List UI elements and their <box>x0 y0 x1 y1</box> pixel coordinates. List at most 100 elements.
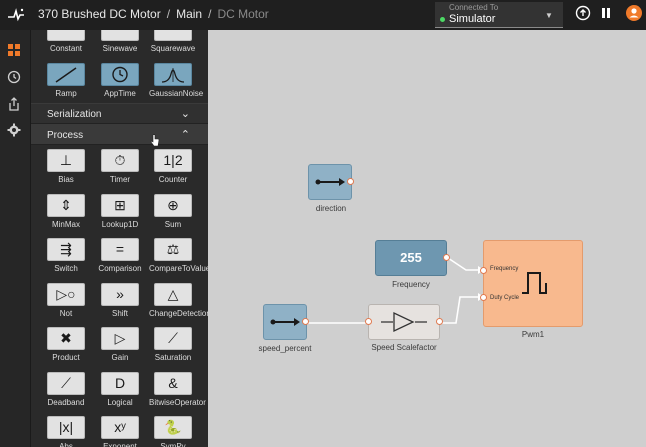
input-port-frequency[interactable] <box>480 267 487 274</box>
block-shift[interactable]: » Shift <box>96 282 144 318</box>
squarewave-icon <box>154 30 192 41</box>
node-direction[interactable] <box>308 164 354 200</box>
gaussian-icon <box>154 63 192 86</box>
breadcrumb-project[interactable]: 370 Brushed DC Motor <box>38 7 161 21</box>
node-frequency-label: Frequency <box>392 280 430 289</box>
pulse-wave-icon <box>522 272 547 294</box>
node-speed-percent[interactable] <box>263 304 309 340</box>
block-deadband[interactable]: ⟋ Deadband <box>42 371 90 407</box>
block-lookup1d[interactable]: ⊞ Lookup1D <box>96 193 144 229</box>
block-gaussiannoise[interactable]: GaussianNoise <box>149 63 203 98</box>
sinewave-icon <box>101 30 139 41</box>
node-speed-scalefactor[interactable] <box>365 304 443 340</box>
connection-select[interactable]: Connected To Simulator ▼ <box>435 2 563 28</box>
block-counter[interactable]: 1|2 Counter <box>149 149 197 184</box>
block-label: AppTime <box>104 89 136 98</box>
logical-icon: D <box>101 371 139 395</box>
block-label: Logical <box>107 397 133 407</box>
blocks-icon[interactable] <box>6 42 22 58</box>
block-label: Comparison <box>98 264 142 273</box>
saturation-icon: ⟋ <box>154 327 192 350</box>
block-saturation[interactable]: ⟋ Saturation <box>149 327 197 362</box>
connection-label: Connected To <box>449 3 499 12</box>
block-sum[interactable]: ⊕ Sum <box>149 193 197 229</box>
output-port[interactable] <box>436 318 443 325</box>
breadcrumb-current: DC Motor <box>217 7 269 21</box>
gain-triangle-icon <box>381 311 427 333</box>
block-exponent[interactable]: xʸ Exponent <box>96 416 144 447</box>
not-icon: ▷○ <box>47 282 85 306</box>
block-gain[interactable]: ▷ Gain <box>96 327 144 362</box>
share-icon[interactable] <box>6 96 22 112</box>
block-sinewave[interactable]: Sinewave <box>96 30 144 53</box>
block-label: Counter <box>158 175 188 184</box>
block-changedetection[interactable]: △ ChangeDetection <box>149 282 208 318</box>
sympy-icon: 🐍 <box>154 416 192 439</box>
block-label: Timer <box>109 175 131 184</box>
block-label: Saturation <box>154 353 192 362</box>
block-bitwiseoperator[interactable]: & BitwiseOperator <box>149 371 206 407</box>
block-label: SymPy <box>160 442 186 447</box>
deadband-icon: ⟋ <box>47 371 85 395</box>
node-frequency[interactable]: 255 <box>375 240 450 276</box>
block-label: Product <box>52 353 80 362</box>
minmax-icon: ⇕ <box>47 193 85 217</box>
block-sympy[interactable]: 🐍 SymPy <box>149 416 197 447</box>
block-not[interactable]: ▷○ Not <box>42 282 90 318</box>
block-logical[interactable]: D Logical <box>96 371 144 407</box>
block-constant[interactable]: Constant <box>42 30 90 53</box>
section-serialization[interactable]: Serialization ⌄ <box>31 103 208 124</box>
chevron-down-icon: ▼ <box>545 11 553 20</box>
block-label: MinMax <box>51 219 80 229</box>
output-port[interactable] <box>347 178 354 185</box>
frequency-value: 255 <box>400 250 422 265</box>
abs-icon: |x| <box>47 416 85 439</box>
block-timer[interactable]: ⏱ Timer <box>96 149 144 184</box>
block-switch[interactable]: ⇶ Switch <box>42 238 90 273</box>
node-pwm1-label: Pwm1 <box>521 330 545 339</box>
block-abs[interactable]: |x| Abs <box>42 416 90 447</box>
block-comparison[interactable]: = Comparison <box>96 238 144 273</box>
breadcrumb: 370 Brushed DC Motor / Main / DC Motor <box>38 7 269 21</box>
block-minmax[interactable]: ⇕ MinMax <box>42 193 90 229</box>
block-bias[interactable]: ⊥ Bias <box>42 149 90 184</box>
upload-target-icon[interactable] <box>574 4 592 22</box>
section-title: Process <box>47 130 84 141</box>
breadcrumb-main[interactable]: Main <box>176 7 202 21</box>
output-port[interactable] <box>302 318 309 325</box>
block-squarewave[interactable]: Squarewave <box>149 30 197 53</box>
input-port-duty-cycle[interactable] <box>480 294 487 301</box>
node-pwm1[interactable]: Frequency Duty Cycle <box>480 240 583 327</box>
output-port[interactable] <box>443 254 450 261</box>
connection-value: Simulator <box>449 13 496 25</box>
changedetection-icon: △ <box>154 282 192 306</box>
ramp-icon <box>47 63 85 86</box>
pwm-input-frequency-label: Frequency <box>490 266 519 272</box>
block-comparetovalue[interactable]: ⚖ CompareToValue <box>149 238 208 273</box>
pause-icon[interactable] <box>597 4 615 22</box>
product-icon: ✖ <box>47 327 85 350</box>
timer-icon: ⏱ <box>101 149 139 172</box>
block-label: Bias <box>58 175 74 184</box>
block-label: Deadband <box>47 397 85 407</box>
settings-gear-icon[interactable] <box>6 122 22 138</box>
block-label: Lookup1D <box>101 219 139 229</box>
app-logo-icon[interactable] <box>6 5 26 25</box>
mouse-pointer-icon <box>150 134 160 147</box>
side-rail <box>0 30 31 447</box>
section-process[interactable]: Process ⌃ <box>31 124 208 145</box>
block-label: Exponent <box>103 442 137 447</box>
block-apptime[interactable]: AppTime <box>96 63 144 98</box>
block-product[interactable]: ✖ Product <box>42 327 90 362</box>
history-icon[interactable] <box>6 69 22 85</box>
chevron-up-icon: ⌃ <box>180 129 190 141</box>
input-port[interactable] <box>365 318 372 325</box>
user-avatar-icon[interactable] <box>625 4 643 22</box>
diagram-canvas[interactable]: direction 255 Frequency speed_percent Sp… <box>150 30 646 447</box>
block-label: ChangeDetection <box>149 308 208 318</box>
block-label: Sinewave <box>102 44 138 53</box>
block-label: Switch <box>54 264 78 273</box>
clock-icon <box>101 63 139 86</box>
block-ramp[interactable]: Ramp <box>42 63 90 98</box>
block-palette: Constant Sinewave Squarewave Ramp AppTim… <box>31 30 208 447</box>
